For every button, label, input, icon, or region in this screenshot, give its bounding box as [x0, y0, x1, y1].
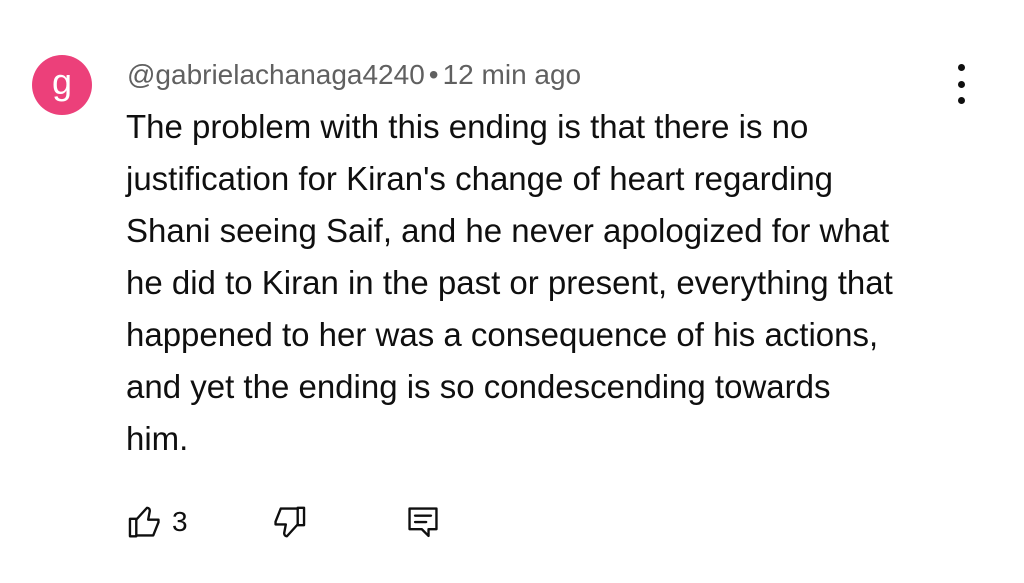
comment-text-line: and yet the ending is so condescending t… [126, 368, 831, 405]
menu-dot [957, 80, 965, 88]
like-count: 3 [172, 506, 188, 537]
menu-dot [957, 64, 965, 71]
comment-text-line: The problem with this ending is that the… [126, 108, 809, 145]
avatar-letter: g [51, 61, 73, 102]
dislike-button[interactable] [270, 500, 308, 544]
header-separator: • [428, 59, 439, 90]
thumbs-up-icon [128, 506, 160, 538]
comment-text-line: happened to her was a consequence of his… [126, 316, 879, 353]
comment-header: @gabrielachanaga4240 • 12 min ago [127, 55, 581, 95]
avatar[interactable]: g [32, 55, 92, 115]
comment-text-line: him. [126, 420, 189, 457]
author-handle[interactable]: @gabrielachanaga4240 [127, 59, 425, 90]
comment-item: g @gabrielachanaga4240 • 12 min ago The pr… [0, 0, 1024, 583]
comment-text-line: justification for Kiran's change of hear… [126, 160, 834, 197]
like-button[interactable]: 3 [126, 500, 188, 544]
comment-time[interactable]: 12 min ago [443, 59, 582, 90]
more-vertical-icon[interactable] [945, 64, 977, 104]
reply-comment-icon [408, 507, 438, 538]
comment-text-line: he did to Kiran in the past or present, … [126, 264, 893, 301]
comment-text: The problem with this ending is that the… [126, 101, 996, 465]
reply-button[interactable] [404, 500, 442, 544]
comment-text-line: Shani seeing Saif, and he never apologiz… [126, 212, 890, 249]
thumbs-down-icon [274, 506, 306, 538]
